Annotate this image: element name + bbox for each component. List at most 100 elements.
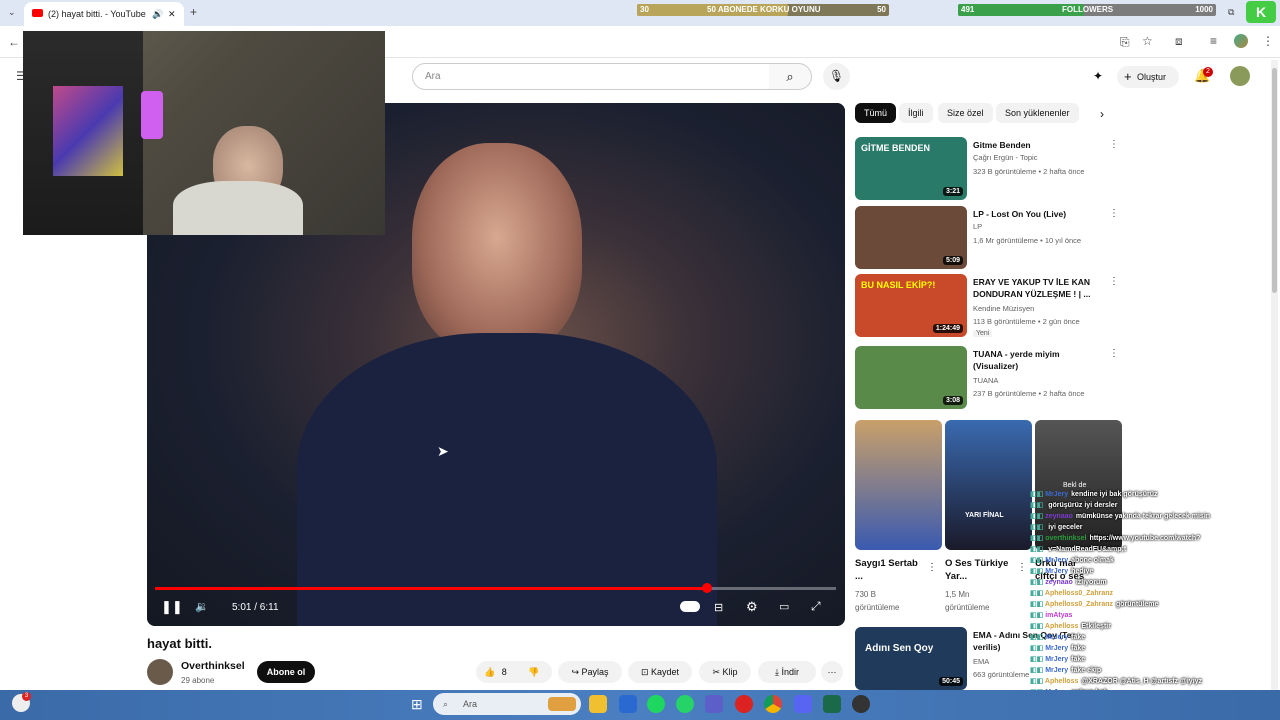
channel-avatar[interactable]: [147, 659, 173, 685]
clip-button[interactable]: ✂ Klip: [699, 661, 751, 683]
channel-name[interactable]: Çağrı Ergün - Topic: [973, 153, 1037, 162]
opera-icon[interactable]: [735, 695, 753, 713]
app-icon[interactable]: [823, 695, 841, 713]
menu-kebab-icon[interactable]: ⋮: [1262, 35, 1274, 47]
list-item[interactable]: 5:09 LP - Lost On You (Live) LP 1,6 Mr g…: [855, 206, 1125, 270]
taskbar-search-placeholder: Ara: [463, 699, 478, 709]
shorts-title[interactable]: O Ses Türkiye Yar...: [945, 557, 1013, 583]
star-icon[interactable]: ☆: [1142, 35, 1153, 47]
download-button[interactable]: ⤓ İndir: [758, 661, 816, 683]
page-scrollbar[interactable]: [1271, 60, 1278, 690]
channel-name[interactable]: EMA: [973, 657, 989, 666]
thumbnail[interactable]: 3:08: [855, 346, 967, 409]
discord-icon[interactable]: [794, 695, 812, 713]
settings-gear-icon[interactable]: ⚙: [746, 599, 758, 615]
autoplay-toggle[interactable]: [680, 601, 700, 612]
chat-badge-icon: ◧◧: [1030, 502, 1046, 509]
chip-all[interactable]: Tümü: [855, 103, 897, 123]
chat-message: ◧◧ MrJery fake: [1030, 655, 1085, 664]
chip-for-you[interactable]: Size özel: [938, 103, 993, 123]
video-title[interactable]: ERAY VE YAKUP TV İLE KAN DONDURAN YÜZLEŞ…: [973, 276, 1101, 300]
search-button[interactable]: ⌕: [769, 63, 812, 90]
thumbs-up-icon[interactable]: 👍: [484, 667, 495, 677]
shorts-thumbnail[interactable]: [855, 420, 942, 550]
progress-bar[interactable]: [155, 583, 836, 593]
progress-scrubber[interactable]: [701, 583, 712, 593]
share-button[interactable]: ↪ Paylaş: [558, 661, 622, 683]
chat-text: fake: [1071, 645, 1086, 652]
scrollbar-thumb[interactable]: [1272, 68, 1277, 293]
save-button[interactable]: ⊡ Kaydet: [628, 661, 692, 683]
subtitles-icon[interactable]: ⊟: [714, 601, 723, 614]
chrome-icon[interactable]: [764, 695, 782, 713]
chip-recently-uploaded[interactable]: Son yüklenenler: [996, 103, 1079, 123]
channel-name[interactable]: Kendine Müzisyen: [973, 304, 1034, 313]
speaker-icon[interactable]: 🔊: [152, 2, 163, 26]
back-icon[interactable]: ←: [8, 36, 20, 48]
chevron-right-icon[interactable]: ›: [1100, 107, 1104, 121]
plus-icon: +: [1124, 69, 1132, 84]
thumbnail[interactable]: GİTME BENDEN 3:21: [855, 137, 967, 200]
extensions-icon[interactable]: ⧈: [1175, 35, 1183, 47]
gift-icon[interactable]: ✦: [1093, 69, 1103, 83]
volume-icon[interactable]: 🔉: [195, 600, 209, 613]
spotify-icon[interactable]: [647, 695, 665, 713]
more-vertical-icon[interactable]: ⋮: [1109, 276, 1119, 287]
pause-icon[interactable]: ❚❚: [161, 599, 183, 615]
subscribe-button[interactable]: Abone ol: [257, 661, 315, 683]
channel-name[interactable]: TUANA: [973, 376, 998, 385]
chat-message: ◧◧ Aphelloss Etkileştir: [1030, 622, 1111, 631]
theater-mode-icon[interactable]: ▭: [779, 600, 789, 613]
chat-username: Aphelloss: [1044, 623, 1079, 630]
teams-icon[interactable]: [705, 695, 723, 713]
chat-text: fake: [1071, 634, 1086, 641]
taskbar-search-input[interactable]: ⌕ Ara: [433, 693, 581, 715]
thumbnail-text: Bekl de: [1063, 482, 1087, 489]
video-title[interactable]: TUANA - yerde miyim (Visualizer): [973, 348, 1101, 372]
list-item[interactable]: BU NASIL EKİP?! 1:24:49 ERAY VE YAKUP TV…: [855, 274, 1125, 338]
obs-icon[interactable]: [852, 695, 870, 713]
more-vertical-icon[interactable]: ⋮: [1109, 139, 1119, 150]
close-icon[interactable]: ✕: [168, 2, 176, 26]
new-tab-button[interactable]: +: [190, 5, 197, 19]
like-count: 8: [501, 667, 507, 677]
chat-message: ◧◧ MrJery fake: [1030, 644, 1085, 653]
thumbnail[interactable]: BU NASIL EKİP?! 1:24:49: [855, 274, 967, 337]
list-item[interactable]: 3:08 TUANA - yerde miyim (Visualizer) TU…: [855, 346, 1125, 410]
video-title[interactable]: LP - Lost On You (Live): [973, 208, 1101, 220]
account-avatar[interactable]: [1230, 66, 1250, 86]
channel-name[interactable]: LP: [973, 222, 982, 231]
media-icon[interactable]: ≡: [1210, 35, 1217, 47]
store-icon[interactable]: [619, 695, 637, 713]
more-actions-button[interactable]: ···: [821, 661, 843, 683]
more-vertical-icon[interactable]: ⋮: [1109, 348, 1119, 359]
whatsapp-icon[interactable]: [676, 695, 694, 713]
thumbnail[interactable]: Adını Sen Qoy 50:45: [855, 627, 967, 690]
save-label: Kaydet: [651, 667, 680, 677]
list-item[interactable]: GİTME BENDEN 3:21 Gitme Benden Çağrı Erg…: [855, 137, 1125, 201]
chip-related[interactable]: İlgili: [899, 103, 933, 123]
more-vertical-icon[interactable]: ⋮: [927, 562, 937, 573]
voice-search-button[interactable]: 🎙: [823, 63, 850, 90]
restore-window-icon[interactable]: ⧉: [1228, 8, 1234, 17]
thumbnail-text: GİTME BENDEN: [861, 143, 931, 153]
shorts-thumbnail[interactable]: YARI FİNAL: [945, 420, 1032, 550]
thumbnail[interactable]: 5:09: [855, 206, 967, 269]
create-button[interactable]: + Oluştur: [1117, 66, 1179, 88]
windows-start-icon[interactable]: ⊞: [411, 696, 423, 713]
thumbs-down-icon[interactable]: 👎: [528, 661, 539, 683]
chat-message: ◧◧ imAtyas: [1030, 611, 1075, 620]
shorts-title[interactable]: Saygı1 Sertab ...: [855, 557, 925, 583]
cast-icon[interactable]: ⎘: [1120, 36, 1130, 48]
search-input[interactable]: Ara: [412, 63, 770, 90]
fullscreen-icon[interactable]: ⤢: [811, 599, 821, 614]
time-display: 5:01 / 6:11: [232, 602, 279, 613]
profile-avatar[interactable]: [1234, 34, 1248, 48]
video-title[interactable]: Gitme Benden: [973, 139, 1101, 151]
file-explorer-icon[interactable]: [589, 695, 607, 713]
tab-youtube[interactable]: (2) hayat bitti. - YouTube 🔊 ✕: [24, 2, 184, 26]
more-vertical-icon[interactable]: ⋮: [1109, 208, 1119, 219]
tab-list-icon[interactable]: ⌄: [8, 8, 16, 17]
more-vertical-icon[interactable]: ⋮: [1017, 562, 1027, 573]
channel-name[interactable]: Overthinksel: [181, 660, 245, 672]
